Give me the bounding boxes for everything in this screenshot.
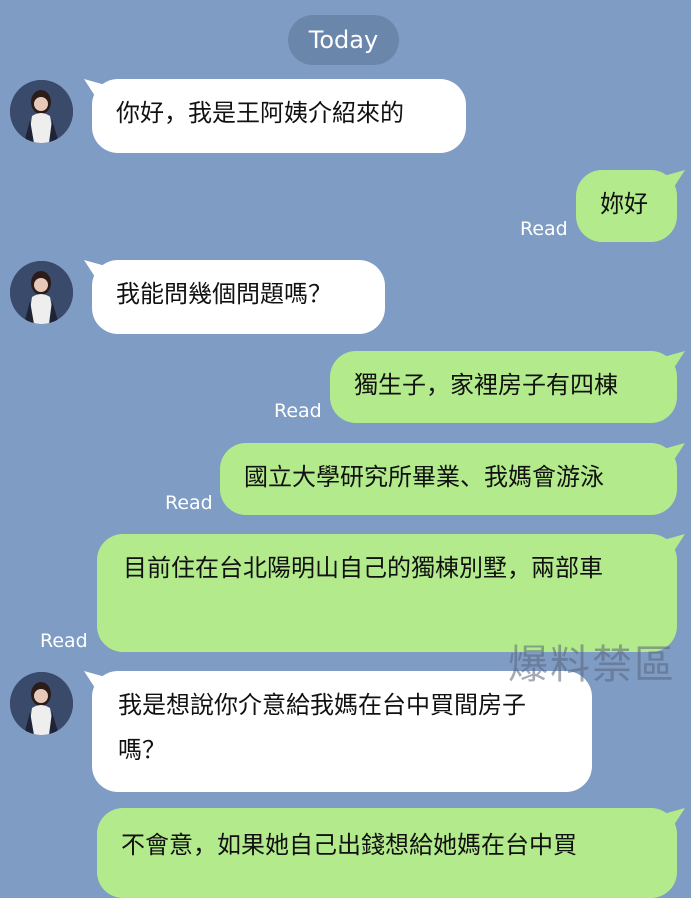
message-bubble[interactable]: 不會意，如果她自己出錢想給她媽在台中買	[97, 808, 677, 898]
contact-avatar[interactable]	[10, 672, 73, 735]
avatar-photo-icon	[10, 80, 73, 143]
read-receipt: Read	[40, 630, 88, 652]
message-bubble[interactable]: 國立大學研究所畢業、我媽會游泳	[220, 443, 677, 515]
date-divider: Today	[288, 15, 399, 65]
message-bubble[interactable]: 妳好	[576, 170, 677, 242]
avatar-photo-icon	[10, 672, 73, 735]
watermark: 爆料禁區	[508, 642, 676, 688]
contact-avatar[interactable]	[10, 80, 73, 143]
message-bubble[interactable]: 你好，我是王阿姨介紹來的	[92, 79, 466, 153]
read-receipt: Read	[165, 492, 213, 514]
read-receipt: Read	[274, 400, 322, 422]
read-receipt: Read	[520, 218, 568, 240]
contact-avatar[interactable]	[10, 261, 73, 324]
message-bubble[interactable]: 我能問幾個問題嗎？	[92, 260, 385, 334]
message-bubble[interactable]: 獨生子，家裡房子有四棟	[330, 351, 677, 423]
avatar-photo-icon	[10, 261, 73, 324]
